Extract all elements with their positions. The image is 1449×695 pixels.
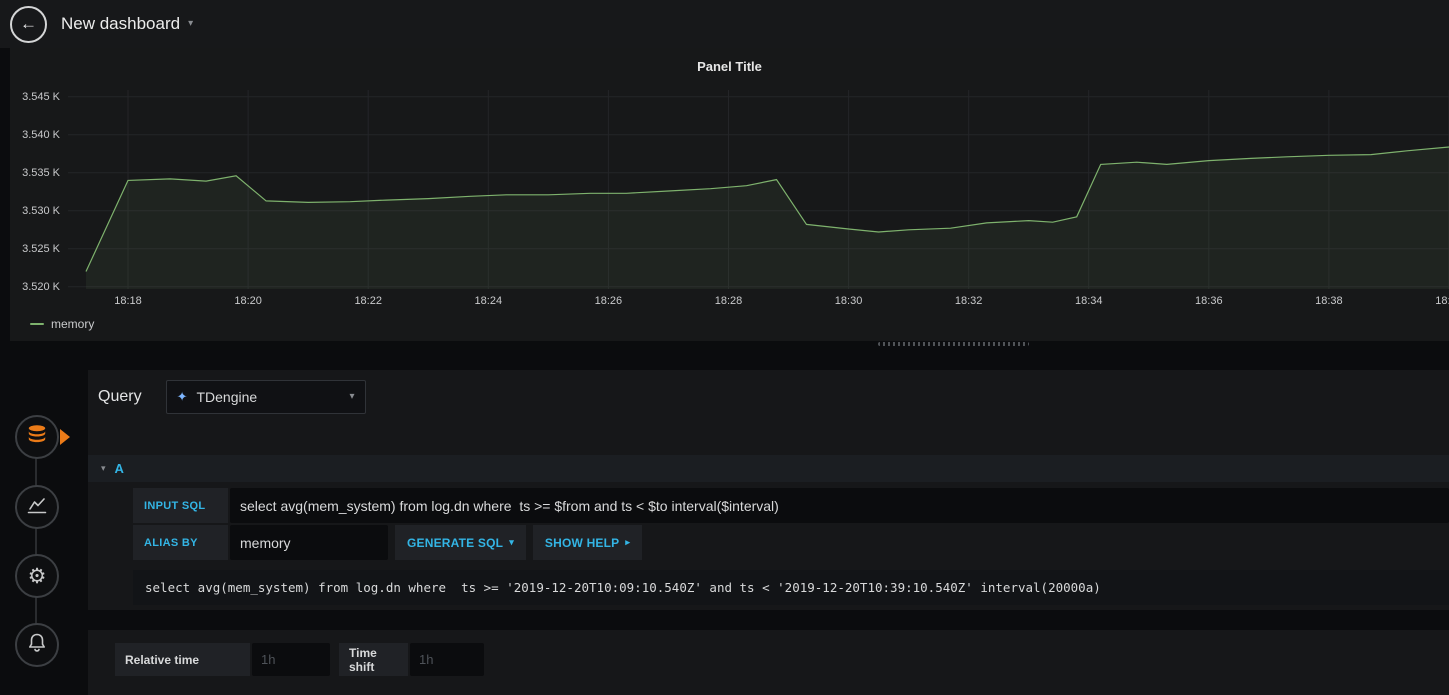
input-sql-row: INPUT SQL: [133, 488, 1449, 523]
chevron-down-icon: ▾: [188, 18, 194, 29]
grafana-panel-editor: ← New dashboard ▾ Panel Title memory 18:…: [0, 0, 1449, 695]
tab-general[interactable]: ⚙: [15, 554, 59, 598]
back-button[interactable]: ←: [10, 5, 47, 43]
x-axis-tick: 18:36: [1195, 295, 1223, 307]
dashboard-title-dropdown[interactable]: New dashboard ▾: [61, 14, 193, 34]
x-axis-tick: 18:20: [234, 295, 262, 307]
legend-label: memory: [51, 317, 95, 331]
panel-resize-handle[interactable]: [878, 342, 1029, 346]
time-options-row: Relative time Time shift: [115, 643, 484, 676]
x-axis-tick: 18:22: [354, 295, 382, 307]
y-axis-tick: 3.545 K: [22, 90, 60, 103]
panel-title: Panel Title: [697, 59, 762, 74]
x-axis-tick: 18:30: [834, 295, 863, 307]
tab-rail-connector: [35, 437, 37, 645]
collapse-caret-icon: ▾: [101, 463, 106, 473]
chart-plot[interactable]: [68, 90, 1449, 289]
line-chart-icon: [25, 493, 49, 522]
show-help-button[interactable]: SHOW HELP ▸: [532, 525, 643, 560]
show-help-label: SHOW HELP: [544, 535, 620, 550]
chevron-right-icon: ▸: [625, 537, 631, 547]
x-axis-tick: 18:24: [474, 295, 503, 307]
arrow-left-icon: ←: [20, 14, 37, 33]
legend-swatch: [30, 323, 44, 325]
query-section-label: Query: [98, 388, 142, 405]
query-form: INPUT SQL ALIAS BY GENERATE SQL ▾ SHOW H…: [133, 488, 1449, 605]
gear-icon: ⚙: [27, 564, 47, 588]
top-nav-bar: ← New dashboard ▾: [0, 0, 1449, 48]
tab-alert[interactable]: [15, 623, 59, 667]
alias-by-field[interactable]: [230, 525, 388, 560]
query-editor-card: Query ✦ TDengine ▾ ▾ A INPUT SQL ALIAS B…: [88, 370, 1449, 610]
x-axis-tick: 18:34: [1074, 295, 1103, 307]
chevron-down-icon: ▾: [509, 537, 514, 547]
alias-by-label: ALIAS BY: [133, 525, 228, 560]
active-tab-arrow-icon: [60, 429, 70, 445]
generate-sql-button[interactable]: GENERATE SQL ▾: [395, 525, 526, 560]
generated-sql-text: select avg(mem_system) from log.dn where…: [133, 570, 1449, 605]
relative-time-field[interactable]: [252, 643, 330, 676]
x-axis-tick: 18:38: [1315, 295, 1343, 307]
query-ref-id: A: [114, 461, 124, 476]
x-axis-tick: 18:28: [714, 295, 743, 307]
x-axis-tick: 18:18: [114, 295, 142, 307]
relative-time-label: Relative time: [115, 643, 250, 676]
editor-tab-rail: ⚙: [0, 348, 88, 695]
query-header: Query ✦ TDengine ▾: [98, 377, 366, 417]
alias-by-row: ALIAS BY GENERATE SQL ▾ SHOW HELP ▸: [133, 525, 1449, 560]
y-axis-tick: 3.530 K: [22, 204, 60, 217]
generate-sql-label: GENERATE SQL: [407, 535, 504, 550]
x-axis-tick: 18:26: [594, 295, 623, 307]
chevron-down-icon: ▾: [349, 391, 355, 402]
time-options-card: Relative time Time shift: [88, 630, 1449, 695]
query-row-header[interactable]: ▾ A: [88, 455, 1449, 482]
input-sql-label: INPUT SQL: [133, 488, 228, 523]
x-axis-tick: 18:40: [1435, 295, 1449, 307]
legend-item-memory[interactable]: memory: [30, 317, 94, 331]
time-shift-label: Time shift: [339, 643, 408, 676]
database-icon: [25, 423, 49, 452]
input-sql-field[interactable]: [230, 488, 1449, 523]
y-axis-tick: 3.535 K: [22, 166, 60, 179]
time-shift-field[interactable]: [410, 643, 484, 676]
y-axis-tick: 3.520 K: [22, 280, 60, 293]
datasource-name: TDengine: [196, 389, 258, 405]
dashboard-title: New dashboard: [61, 14, 181, 33]
tab-queries[interactable]: [15, 415, 59, 459]
y-axis-tick: 3.540 K: [22, 128, 60, 141]
tdengine-logo-icon: ✦: [176, 389, 188, 404]
x-axis-tick: 18:32: [954, 295, 983, 307]
y-axis-tick: 3.525 K: [22, 242, 60, 255]
tab-visualization[interactable]: [15, 485, 59, 529]
graph-panel: Panel Title memory 18:18 18:20 18:22 18:24 1…: [10, 48, 1449, 341]
datasource-picker[interactable]: ✦ TDengine ▾: [165, 380, 366, 414]
bell-icon: [25, 631, 49, 660]
